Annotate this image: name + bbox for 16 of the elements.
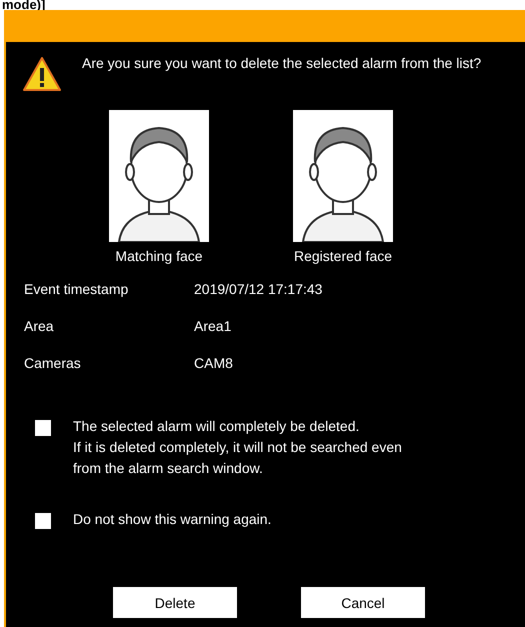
detail-value: 2019/07/12 17:17:43 xyxy=(194,281,322,297)
detail-label: Cameras xyxy=(23,355,82,371)
dialog-button[interactable]: Cancel xyxy=(301,587,425,618)
message-text: Are you sure you want to delete the selected alarm from the list? xyxy=(82,54,482,72)
face-label: Registered face xyxy=(294,248,392,264)
dialog-button[interactable]: Delete xyxy=(113,587,237,618)
warning-icon xyxy=(22,56,62,92)
detail-value: CAM8 xyxy=(194,355,233,371)
checkbox[interactable] xyxy=(35,513,51,529)
checkbox[interactable] xyxy=(35,420,51,436)
detail-label: Area xyxy=(23,318,55,334)
detail-label: Event timestamp xyxy=(23,281,130,297)
option-text: Do not show this warning again. xyxy=(73,510,272,529)
option-text: The selected alarm will completely be deleted. If it is deleted completely, it will not be searched even from the alarm search window. xyxy=(73,417,402,478)
detail-value: Area1 xyxy=(194,318,232,334)
face-label: Matching face xyxy=(115,248,203,264)
